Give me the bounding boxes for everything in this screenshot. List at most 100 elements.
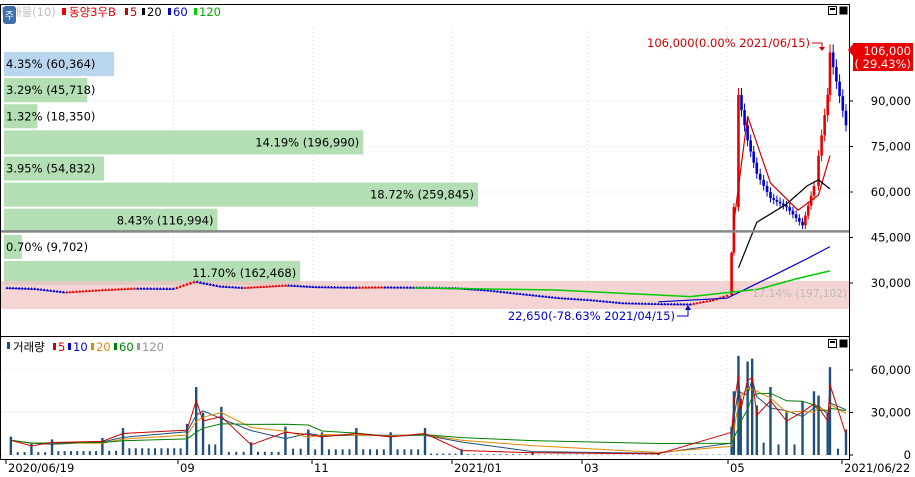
candle-body: [791, 210, 795, 215]
candle-body: [27, 288, 30, 290]
candle-body: [237, 287, 241, 289]
volume-bar: [292, 448, 295, 455]
stock-chart: 4.35% (60,364) 3.29% (45,718) 1.32% (18,35…: [0, 0, 915, 477]
candle-body: [126, 288, 130, 290]
volume-bar: [525, 454, 528, 455]
candle-body: [502, 291, 506, 294]
legend-ma5: 5: [130, 5, 137, 19]
candle-body: [826, 94, 829, 116]
volume-bar: [115, 450, 118, 455]
candle-body: [637, 303, 641, 305]
candle-body: [386, 286, 390, 289]
candle-body: [820, 135, 823, 156]
maximize-icon[interactable]: [828, 339, 837, 348]
volume-bar: [793, 444, 796, 455]
x-tick-label: 11: [314, 461, 329, 475]
candle-body: [752, 151, 756, 163]
candle-body: [595, 300, 599, 302]
candle-body: [679, 303, 683, 306]
candle-body: [725, 295, 729, 297]
candle-body: [708, 300, 712, 302]
legend-volume-label: 거래량: [13, 340, 45, 354]
candle-body: [110, 289, 114, 291]
volume-bar: [82, 451, 85, 455]
chart-background: [0, 0, 915, 477]
legend-marker-ma20: [142, 8, 145, 15]
legend-pm-label: 매물(10): [11, 5, 56, 19]
candle-body: [212, 284, 215, 287]
profile-label: 18.72% (259,845): [370, 188, 474, 202]
volume-bar: [479, 454, 482, 455]
candle-body: [806, 205, 810, 216]
candle-body: [65, 291, 69, 294]
side-tab-label[interactable]: 주: [5, 11, 14, 22]
candle-body: [614, 302, 618, 304]
volume-ytick-label: 0: [904, 448, 911, 462]
candle-body: [324, 286, 327, 289]
maximize-icon[interactable]: [828, 6, 837, 15]
candle-body: [663, 303, 667, 306]
candle-body: [30, 288, 33, 290]
volume-bar: [341, 449, 344, 455]
volume-ytick-label: 30,000: [871, 406, 911, 420]
candle-body: [221, 286, 225, 288]
candle-body: [358, 287, 361, 289]
legend-ma120: 120: [199, 5, 221, 19]
candle-body: [828, 52, 832, 95]
volume-bar: [214, 444, 217, 455]
candle-body: [14, 287, 18, 290]
side-tab[interactable]: 주: [3, 6, 16, 24]
candle-body: [705, 300, 709, 303]
volume-bar: [334, 449, 337, 455]
candle-body: [149, 288, 152, 290]
candle-body: [544, 296, 548, 298]
legend-marker-stock: [62, 8, 66, 15]
candle-body: [262, 286, 265, 288]
candle-body: [650, 303, 654, 305]
candle-body: [88, 290, 91, 292]
candle-body: [624, 302, 628, 305]
x-tick-label: 03: [584, 461, 599, 475]
candle-body: [755, 162, 759, 174]
close-icon[interactable]: [839, 339, 848, 348]
candle-body: [287, 285, 290, 287]
legend-marker-ma5: [125, 8, 128, 15]
candle-body: [722, 296, 725, 298]
candle-body: [592, 299, 596, 302]
candle-body: [348, 287, 352, 289]
candle-body: [647, 303, 650, 305]
candle-body: [772, 198, 775, 200]
candle-body: [801, 221, 804, 226]
candle-body: [492, 290, 496, 293]
candle-body: [52, 290, 56, 293]
candle-body: [370, 287, 374, 289]
candle-body: [271, 285, 275, 288]
volume-bar: [154, 448, 157, 455]
legend-stock-name: 동양3우B: [69, 5, 116, 19]
close-icon[interactable]: [839, 6, 848, 15]
price-ytick-label: 60,000: [871, 185, 911, 199]
candle-body: [396, 287, 399, 289]
legend-marker-vma20: [91, 343, 94, 350]
volume-bar: [227, 451, 230, 455]
candle-body: [314, 286, 318, 289]
candle-body: [489, 290, 493, 292]
candle-body: [689, 303, 692, 306]
candle-body: [274, 285, 278, 288]
candle-body: [367, 287, 371, 289]
candle-body: [611, 301, 615, 304]
volume-bar: [108, 450, 111, 455]
volume-bar: [50, 439, 54, 455]
volume-bar: [492, 454, 495, 455]
volume-bar: [263, 451, 266, 455]
candle-body: [570, 298, 573, 300]
volume-bar: [448, 453, 451, 455]
candle-body: [389, 287, 393, 289]
volume-bar: [256, 451, 259, 455]
candle-body: [168, 288, 172, 290]
candle-body: [393, 287, 396, 289]
candle-body: [499, 291, 502, 293]
candle-body: [133, 288, 136, 290]
candle-body: [175, 287, 179, 289]
x-tick-label: 2021/06/22: [844, 461, 910, 475]
